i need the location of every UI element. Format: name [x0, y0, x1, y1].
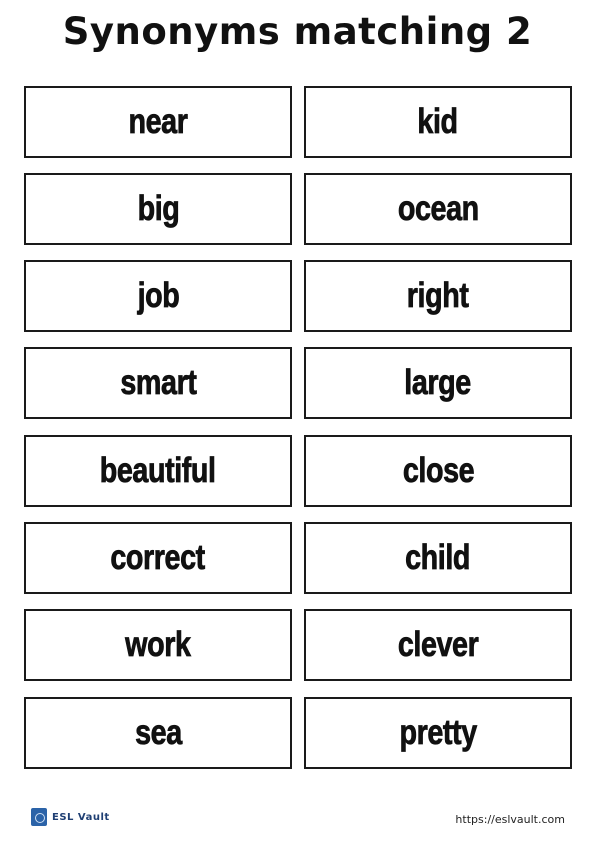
brand-name: ESL Vault — [52, 811, 110, 823]
word-label: pretty — [399, 713, 477, 753]
word-card: near — [24, 86, 292, 158]
logo-icon — [31, 808, 47, 826]
word-card: clever — [304, 609, 572, 681]
word-card: child — [304, 522, 572, 594]
word-label: job — [137, 276, 180, 316]
word-card: pretty — [304, 697, 572, 769]
word-card: beautiful — [24, 435, 292, 507]
word-label: large — [404, 363, 472, 403]
word-label: ocean — [397, 189, 479, 229]
word-card: sea — [24, 697, 292, 769]
word-card: right — [304, 260, 572, 332]
word-label: sea — [134, 713, 182, 753]
word-label: smart — [119, 363, 197, 403]
footer-url: https://eslvault.com — [455, 813, 565, 826]
word-label: near — [128, 102, 188, 142]
word-card: large — [304, 347, 572, 419]
word-label: right — [407, 276, 470, 316]
word-label: work — [125, 625, 191, 665]
word-card: kid — [304, 86, 572, 158]
word-label: beautiful — [100, 451, 217, 491]
page-title: Synonyms matching 2 — [62, 10, 533, 53]
word-card: close — [304, 435, 572, 507]
word-card: job — [24, 260, 292, 332]
word-label: kid — [417, 102, 459, 142]
word-card: smart — [24, 347, 292, 419]
word-card: ocean — [304, 173, 572, 245]
word-card: big — [24, 173, 292, 245]
word-card: work — [24, 609, 292, 681]
word-label: child — [405, 538, 471, 578]
word-card: correct — [24, 522, 292, 594]
word-label: clever — [397, 625, 479, 665]
brand-logo: ESL Vault — [31, 808, 110, 826]
word-label: correct — [110, 538, 206, 578]
word-label: big — [137, 189, 180, 229]
word-label: close — [402, 451, 474, 491]
